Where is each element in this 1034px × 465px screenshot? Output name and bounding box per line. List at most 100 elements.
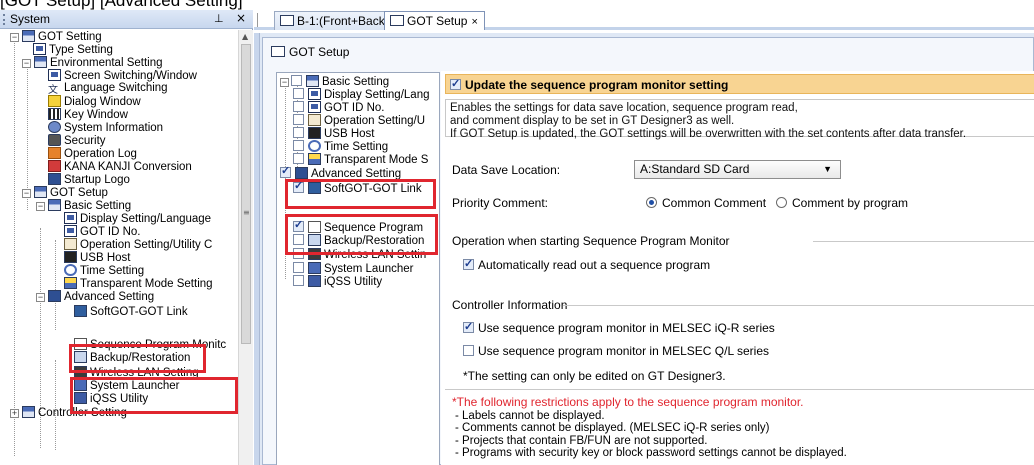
collapse-icon[interactable]: − (36, 202, 45, 211)
scrollbar-thumb[interactable] (241, 44, 251, 344)
advanced-icon (295, 167, 308, 179)
tree-item-security[interactable]: Security (48, 134, 106, 147)
settings-tree-basic[interactable]: − Basic Setting (280, 75, 389, 88)
collapse-icon[interactable]: − (280, 78, 289, 87)
tree-item-usb-host[interactable]: USB Host (64, 251, 131, 264)
tree-item-got-id[interactable]: GOT ID No. (64, 225, 141, 238)
utility-icon (64, 238, 77, 250)
checkbox[interactable] (293, 248, 304, 259)
checkbox[interactable] (293, 88, 304, 99)
kana-icon (48, 160, 61, 172)
pin-icon[interactable]: ⊥ (214, 12, 224, 25)
settings-tree-iqss[interactable]: iQSS Utility (293, 275, 382, 288)
tab-got-setup[interactable]: GOT Setup × (384, 11, 485, 30)
got-icon (22, 30, 35, 42)
settings-tree-advanced[interactable]: Advanced Setting (280, 165, 401, 180)
data-save-location-dropdown[interactable]: A:Standard SD Card ▼ (634, 160, 841, 179)
radio-comment-by-program[interactable]: Comment by program (776, 196, 908, 210)
expand-icon[interactable]: + (10, 409, 19, 418)
warning-icon (48, 95, 61, 107)
tree-item-environmental-setting[interactable]: − Environmental Setting (22, 56, 163, 69)
collapse-icon[interactable]: − (22, 59, 31, 68)
tree-item-controller-setting[interactable]: + Controller Setting (10, 406, 127, 419)
system-panel-header: System ⊥ × (0, 10, 253, 29)
checkbox[interactable] (463, 345, 474, 356)
tree-item-sequence-program[interactable]: Sequence Program Monitc (74, 338, 226, 351)
settings-panel: Update the sequence program monitor sett… (441, 71, 1034, 465)
settings-tree-got-id[interactable]: GOT ID No. (293, 101, 385, 114)
settings-tree-backup[interactable]: Backup/Restoration (293, 234, 424, 247)
settings-tree-launcher[interactable]: System Launcher (293, 262, 414, 275)
launcher-icon (74, 379, 87, 391)
checkbox[interactable] (293, 127, 304, 138)
settings-tree-display[interactable]: Display Setting/Lang (293, 88, 429, 101)
update-setting-bar[interactable]: Update the sequence program monitor sett… (445, 74, 1034, 94)
tree-item-transparent-mode[interactable]: Transparent Mode Setting (64, 277, 213, 290)
tree-item-display-setting[interactable]: Display Setting/Language (64, 212, 211, 225)
update-setting-checkbox[interactable]: Update the sequence program monitor sett… (450, 77, 728, 92)
tree-item-operation-log[interactable]: Operation Log (48, 147, 137, 160)
radio-icon[interactable] (776, 197, 787, 208)
grip-icon[interactable] (3, 14, 5, 25)
tree-item-got-setup[interactable]: − GOT Setup (22, 186, 108, 199)
iqr-series-checkbox[interactable]: Use sequence program monitor in MELSEC i… (463, 320, 775, 335)
basic-icon (48, 199, 61, 211)
settings-tree: − Basic Setting Display Setting/Lang GOT … (276, 72, 440, 465)
tree-item-dialog-window[interactable]: Dialog Window (48, 95, 141, 108)
radio-selected-icon[interactable] (646, 197, 657, 208)
env-icon (34, 56, 47, 68)
tree-item-backup-restoration[interactable]: Backup/Restoration (74, 351, 190, 364)
section-divider (445, 389, 1034, 390)
tree-item-advanced-setting[interactable]: − Advanced Setting (36, 290, 154, 303)
tree-item-screen-switching[interactable]: Screen Switching/Window (48, 69, 197, 82)
checkbox[interactable] (293, 234, 304, 245)
checkbox[interactable] (291, 75, 302, 86)
settings-tree-operation[interactable]: Operation Setting/U (293, 114, 425, 127)
scroll-up-icon[interactable]: ▲ (242, 32, 248, 41)
tree-item-basic-setting[interactable]: − Basic Setting (36, 199, 131, 212)
checkbox-checked[interactable] (280, 165, 291, 178)
tree-item-language-switching[interactable]: 文 Language Switching (48, 82, 168, 97)
collapse-icon[interactable]: − (36, 293, 45, 302)
tree-item-startup-logo[interactable]: Startup Logo (48, 173, 130, 186)
checkbox-checked[interactable] (450, 77, 461, 90)
close-icon[interactable]: × (236, 11, 246, 25)
settings-tree-softgot[interactable]: SoftGOT-GOT Link (293, 180, 422, 195)
tree-item-got-setting[interactable]: − GOT Setting (10, 30, 102, 43)
ql-series-checkbox[interactable]: Use sequence program monitor in MELSEC Q… (463, 344, 769, 358)
checkbox-checked[interactable] (293, 180, 304, 193)
tab-close-icon[interactable]: × (471, 16, 477, 28)
grip-lines-icon: ≡ (243, 208, 250, 217)
tree-item-iqss-utility[interactable]: iQSS Utility (74, 392, 148, 405)
checkbox[interactable] (293, 140, 304, 151)
settings-tree-wireless[interactable]: Wireless LAN Settin (293, 248, 426, 261)
tree-item-softgot-link[interactable]: SoftGOT-GOT Link (74, 305, 188, 318)
auto-read-checkbox[interactable]: Automatically read out a sequence progra… (463, 257, 710, 272)
system-panel-scrollbar[interactable]: ▲ ≡ (238, 30, 253, 465)
checkbox[interactable] (293, 262, 304, 273)
tree-item-system-launcher[interactable]: System Launcher (74, 379, 180, 392)
settings-tree-usb[interactable]: USB Host (293, 127, 375, 140)
checkbox[interactable] (293, 275, 304, 286)
collapse-icon[interactable]: − (10, 33, 19, 42)
tree-item-kana-kanji[interactable]: KANA KANJI Conversion (48, 160, 192, 173)
tree-item-time-setting[interactable]: Time Setting (64, 264, 144, 277)
settings-tree-sequence[interactable]: Sequence Program (293, 219, 423, 234)
tree-item-key-window[interactable]: Key Window (48, 108, 128, 121)
settings-tree-transparent[interactable]: Transparent Mode S (293, 153, 428, 166)
checkbox-checked[interactable] (293, 219, 304, 232)
radio-common-comment[interactable]: Common Comment (646, 196, 766, 210)
collapse-icon[interactable]: − (22, 189, 31, 198)
checkbox-checked[interactable] (463, 257, 474, 270)
checkbox[interactable] (293, 114, 304, 125)
checkbox[interactable] (293, 153, 304, 164)
tree-item-operation-setting[interactable]: Operation Setting/Utility C (64, 238, 212, 251)
checkbox[interactable] (293, 101, 304, 112)
tree-item-system-information[interactable]: System Information (48, 121, 163, 134)
tree-item-wireless-lan[interactable]: Wireless LAN Setting (74, 366, 199, 379)
system-panel: System ⊥ × − GOT Setting Type Setting − En… (0, 10, 253, 465)
checkbox-checked[interactable] (463, 320, 474, 333)
settings-tree-time[interactable]: Time Setting (293, 140, 388, 153)
tree-item-type-setting[interactable]: Type Setting (33, 43, 113, 56)
restriction-item: - Labels cannot be displayed. (455, 410, 605, 422)
